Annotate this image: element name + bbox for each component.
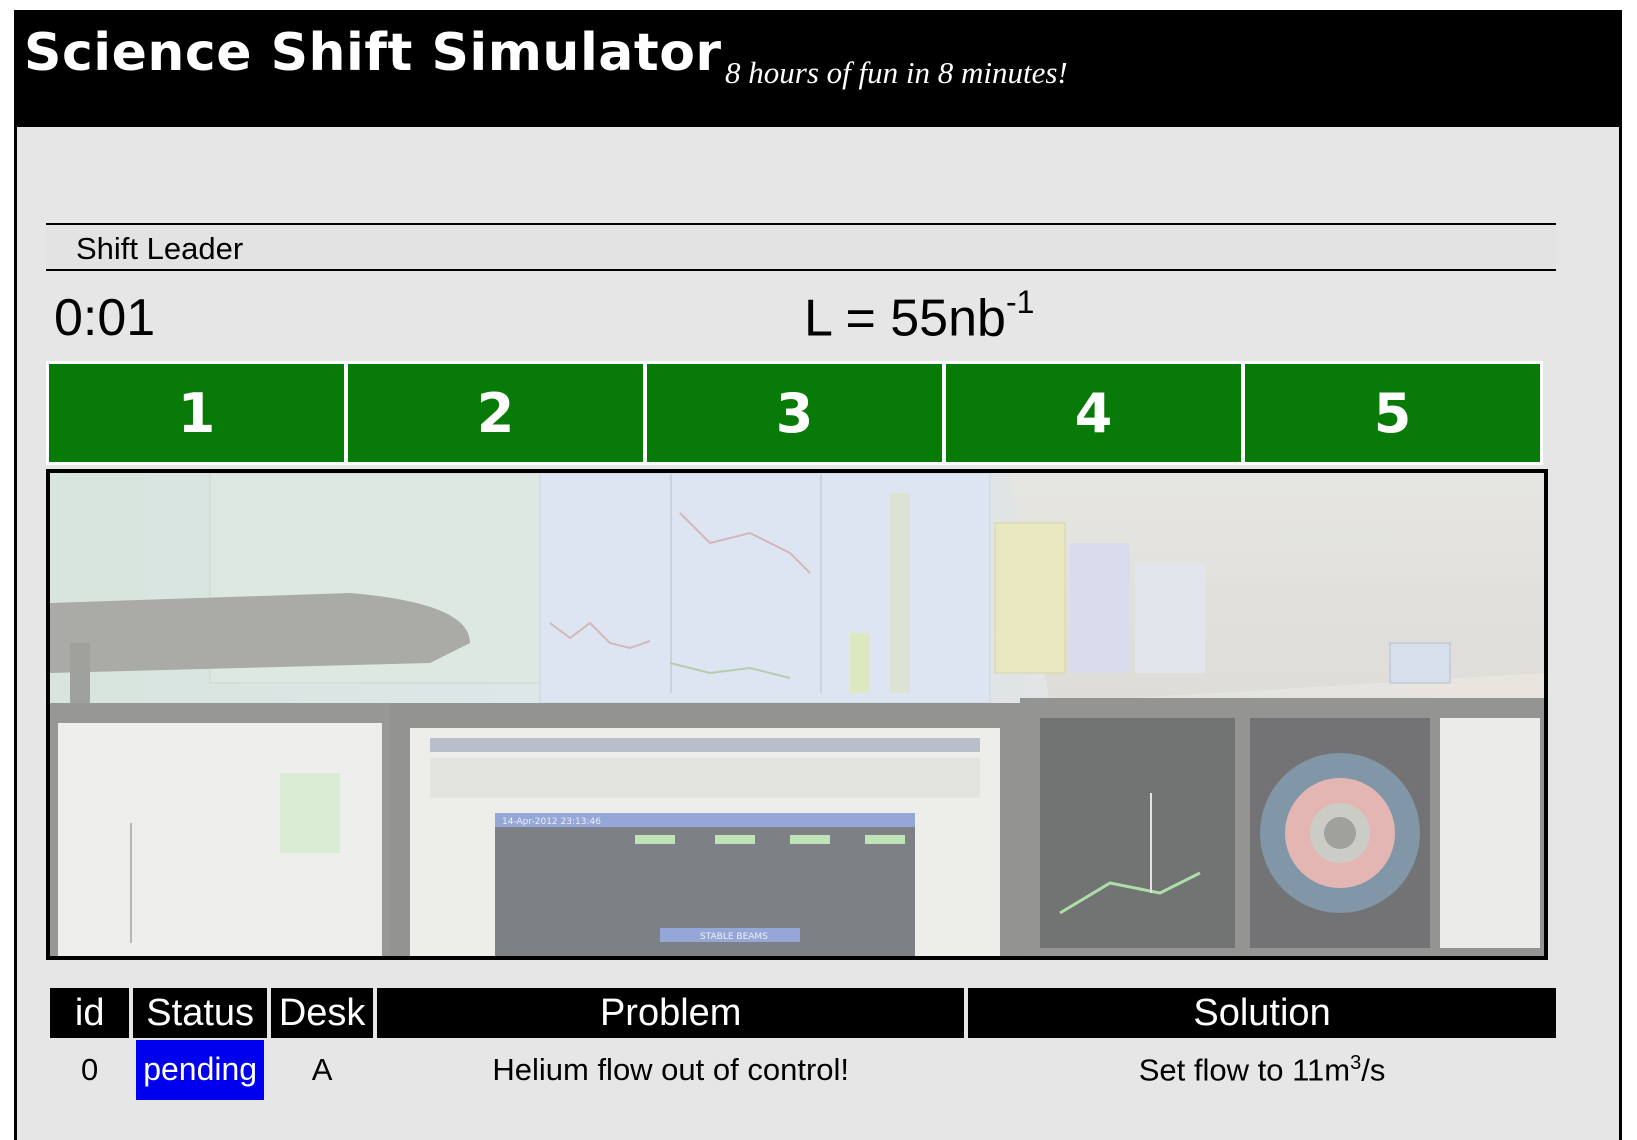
control-room-image: 14-Apr-2012 23:13:46 STABLE BEAMS (46, 469, 1548, 960)
column-header-problem: Problem (377, 988, 965, 1038)
cell-id: 0 (81, 1052, 99, 1087)
desk-button-3[interactable]: 3 (647, 364, 942, 462)
desk-button-1[interactable]: 1 (49, 364, 344, 462)
shift-clock: 0:01 (54, 289, 156, 347)
table-header-row: id Status Desk Problem Solution (50, 988, 1556, 1038)
app-tagline: 8 hours of fun in 8 minutes! (725, 55, 1068, 90)
cell-problem: Helium flow out of control! (492, 1052, 850, 1087)
column-header-id: id (50, 988, 130, 1038)
app-title: Science Shift Simulator (24, 23, 722, 83)
solution-unit: /s (1361, 1052, 1386, 1088)
desk-button-5[interactable]: 5 (1245, 364, 1540, 462)
cell-status: pending (133, 1038, 267, 1102)
luminosity-exponent: -1 (1005, 284, 1035, 320)
desk-button-4[interactable]: 4 (946, 364, 1241, 462)
column-header-status: Status (133, 988, 267, 1038)
cell-solution: Set flow to 11m3/s (968, 1038, 1556, 1102)
column-header-solution: Solution (968, 988, 1556, 1038)
solution-exponent: 3 (1350, 1051, 1362, 1074)
luminosity-readout: L = 55nb-1 (804, 284, 1034, 348)
status-badge[interactable]: pending (136, 1040, 265, 1100)
cell-desk: A (311, 1052, 333, 1087)
problem-table: id Status Desk Problem Solution 0 pendin… (46, 988, 1560, 1102)
luminosity-value: L = 55nb (804, 289, 1006, 348)
role-bar: Shift Leader (46, 223, 1556, 271)
solution-text: Set flow to 11m (1138, 1052, 1351, 1088)
role-label: Shift Leader (76, 231, 244, 266)
control-room-illustration: 14-Apr-2012 23:13:46 STABLE BEAMS (50, 473, 1544, 956)
table-row[interactable]: 0 pending A Helium flow out of control! … (50, 1038, 1556, 1102)
desk-selector: 1 2 3 4 5 (46, 361, 1543, 465)
app-header: Science Shift Simulator 8 hours of fun i… (17, 13, 1619, 127)
column-header-desk: Desk (270, 988, 374, 1038)
desk-button-2[interactable]: 2 (348, 364, 643, 462)
